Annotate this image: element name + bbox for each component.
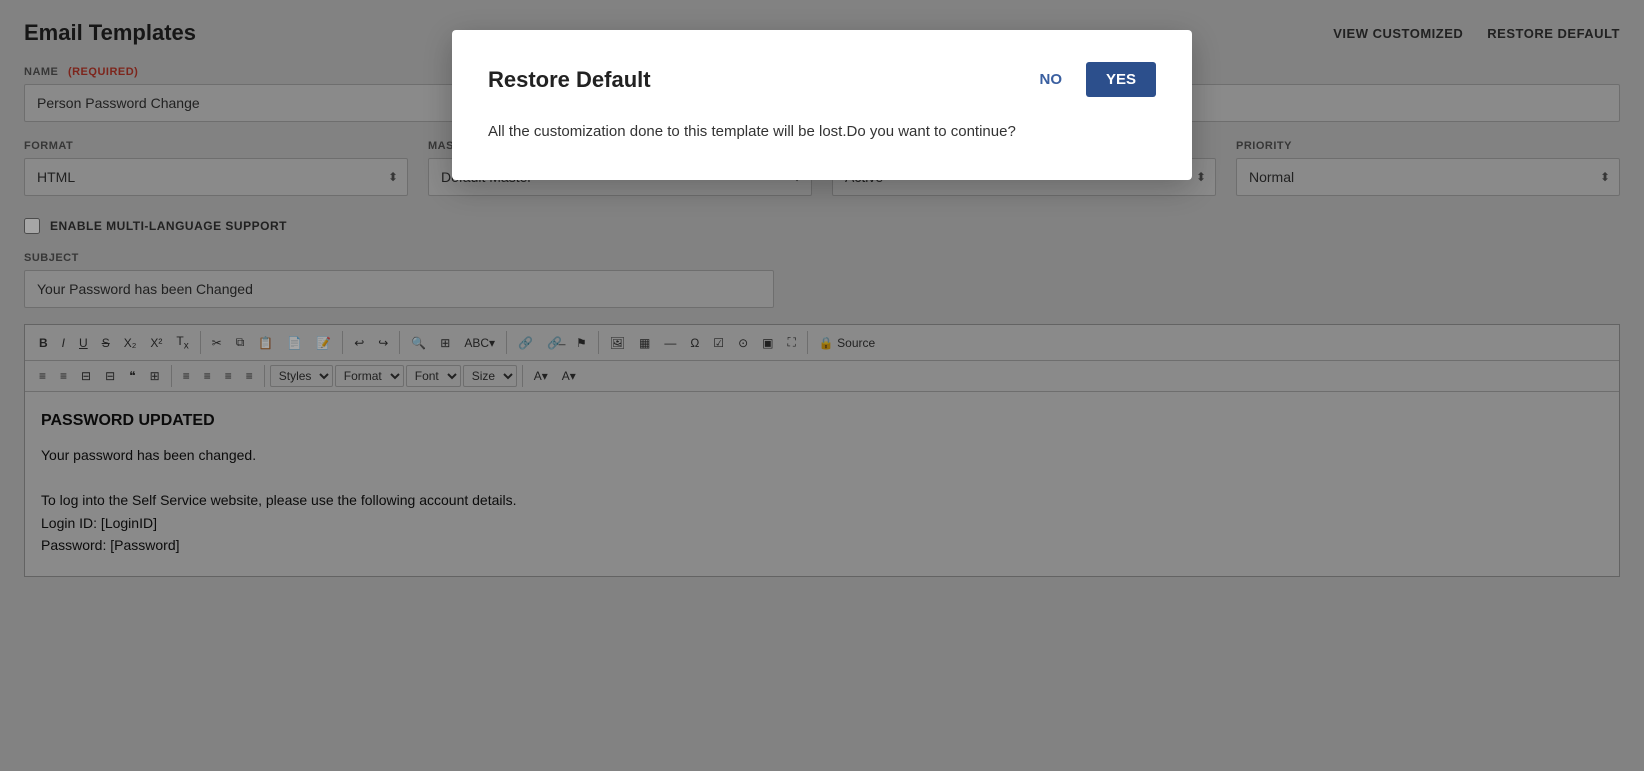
restore-default-modal: Restore Default NO YES All the customiza…	[452, 30, 1192, 180]
modal-overlay: Restore Default NO YES All the customiza…	[0, 0, 1644, 771]
modal-yes-button[interactable]: YES	[1086, 62, 1156, 97]
modal-title: Restore Default	[488, 67, 651, 93]
modal-actions: NO YES	[1027, 62, 1156, 97]
modal-body: All the customization done to this templ…	[488, 121, 1156, 144]
modal-header: Restore Default NO YES	[488, 62, 1156, 97]
modal-message: All the customization done to this templ…	[488, 121, 1156, 144]
modal-no-button[interactable]: NO	[1027, 63, 1074, 96]
